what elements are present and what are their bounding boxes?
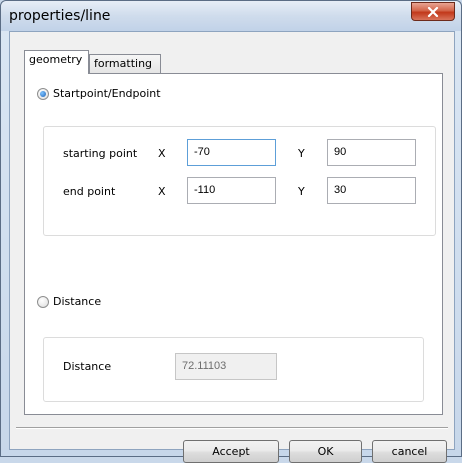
- close-icon: [427, 6, 439, 17]
- starting-point-x-input[interactable]: -70: [187, 139, 276, 166]
- end-point-x-input[interactable]: -110: [187, 177, 276, 204]
- distance-group: Distance 72.11103: [43, 337, 424, 402]
- end-point-y-input[interactable]: 30: [327, 177, 416, 204]
- starting-point-x-label: X: [158, 147, 166, 160]
- end-point-label: end point: [63, 185, 116, 198]
- end-point-y-label: Y: [298, 185, 305, 198]
- cancel-button[interactable]: cancel: [372, 440, 447, 463]
- ok-button[interactable]: OK: [289, 440, 362, 463]
- starting-point-label: starting point: [63, 147, 138, 160]
- footer-separator: [16, 427, 448, 429]
- starting-point-y-input[interactable]: 90: [327, 139, 416, 166]
- radio-unchecked-icon: [37, 295, 49, 308]
- close-button[interactable]: [411, 2, 455, 21]
- title-bar[interactable]: properties/line: [1, 1, 461, 31]
- distance-label: Distance: [63, 360, 112, 373]
- dialog-client-area: geometry formatting Startpoint/Endpoint …: [9, 31, 455, 463]
- radio-checked-icon: [37, 87, 49, 100]
- radio-distance[interactable]: Distance: [37, 295, 101, 308]
- geometry-panel: Startpoint/Endpoint starting point X -70…: [24, 73, 443, 415]
- tab-geometry[interactable]: geometry: [24, 50, 89, 74]
- radio-startpoint-endpoint-label: Startpoint/Endpoint: [53, 87, 161, 100]
- distance-input[interactable]: 72.11103: [175, 353, 277, 380]
- window-title: properties/line: [9, 8, 111, 24]
- radio-distance-label: Distance: [53, 295, 102, 308]
- starting-point-y-label: Y: [298, 147, 305, 160]
- points-group: starting point X -70 Y 90 end point X -1…: [43, 126, 436, 236]
- dialog-window: properties/line geometry formatting Star…: [0, 0, 462, 463]
- accept-button[interactable]: Accept: [183, 440, 279, 463]
- radio-startpoint-endpoint[interactable]: Startpoint/Endpoint: [37, 87, 161, 100]
- end-point-x-label: X: [158, 185, 166, 198]
- tab-formatting[interactable]: formatting: [89, 54, 161, 74]
